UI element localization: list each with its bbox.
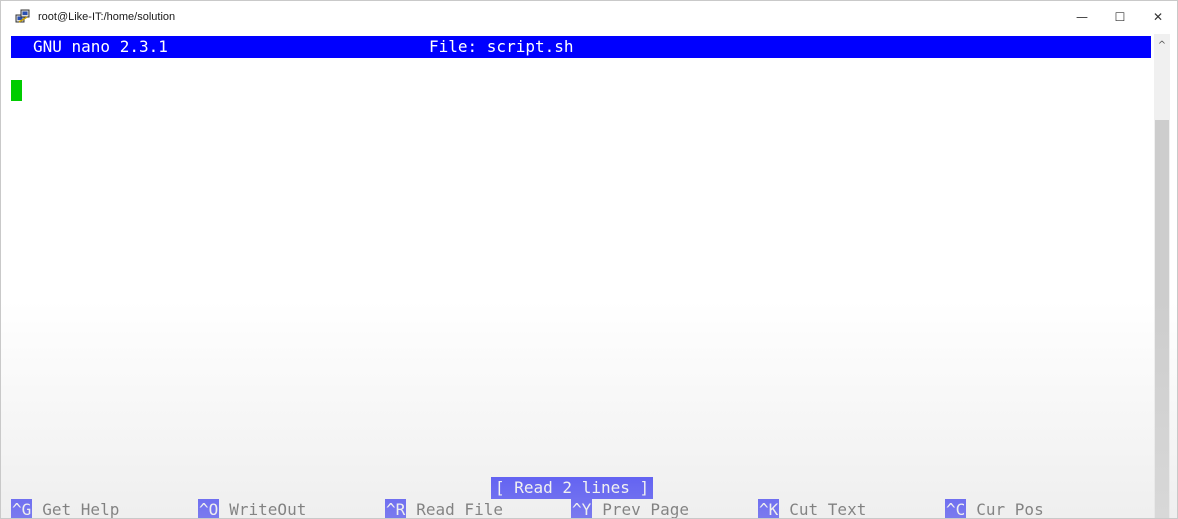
shortcut-key: ^C [945,499,967,519]
maximize-button[interactable]: ☐ [1101,1,1139,33]
shortcut-cur-pos[interactable]: ^C Cur Pos [945,499,1044,519]
shortcut-key: ^K [758,499,780,519]
shortcut-read-file[interactable]: ^R Read File [385,499,503,519]
shortcut-key: ^R [385,499,407,519]
nano-file-label: File: script.sh [429,37,574,56]
putty-icon [15,9,30,23]
shortcut-label: Cut Text [789,500,867,519]
shortcut-writeout[interactable]: ^O WriteOut [198,499,307,519]
shortcut-bar: ^G Get Help ^O WriteOut ^R Read File ^Y … [9,499,1153,519]
nano-version: GNU nano 2.3.1 [33,37,168,56]
minimize-button[interactable]: — [1063,1,1101,33]
shortcut-label: Read File [416,500,503,519]
close-button[interactable]: ✕ [1139,1,1177,33]
shortcut-get-help[interactable]: ^G Get Help [11,499,120,519]
putty-window: root@Like-IT:/home/solution — ☐ ✕ GNU na… [0,0,1178,519]
vertical-scrollbar[interactable]: ^ [1154,34,1170,518]
shortcut-key: ^Y [571,499,593,519]
scroll-up-arrow-icon[interactable]: ^ [1154,34,1170,56]
shortcut-label: Prev Page [602,500,689,519]
status-message: [ Read 2 lines ] [491,477,654,499]
title-bar[interactable]: root@Like-IT:/home/solution — ☐ ✕ [1,1,1177,33]
scroll-thumb[interactable] [1155,120,1169,518]
nano-header-bar: GNU nano 2.3.1 File: script.sh [11,36,1151,58]
window-controls: — ☐ ✕ [1063,1,1177,33]
shortcut-label: Get Help [42,500,120,519]
shortcut-key: ^O [198,499,220,519]
shortcut-key: ^G [11,499,33,519]
window-title: root@Like-IT:/home/solution [38,11,176,23]
shortcut-cut-text[interactable]: ^K Cut Text [758,499,867,519]
shortcut-prev-page[interactable]: ^Y Prev Page [571,499,689,519]
terminal-area[interactable]: GNU nano 2.3.1 File: script.sh [ Read 2 … [9,34,1153,519]
text-cursor [11,80,22,101]
shortcut-label: WriteOut [229,500,307,519]
shortcut-label: Cur Pos [976,500,1044,519]
